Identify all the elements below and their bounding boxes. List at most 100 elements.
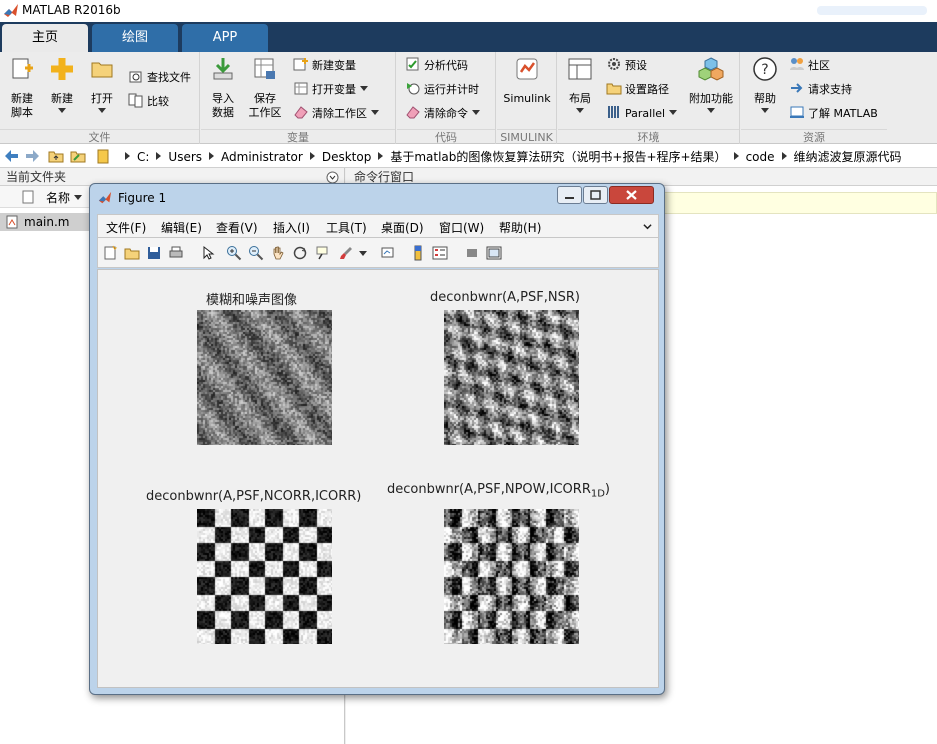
analyze-code-button[interactable]: 分析代码	[405, 56, 468, 76]
breadcrumb-separator-icon[interactable]	[209, 152, 215, 160]
figure-menu-item[interactable]: 帮助(H)	[499, 219, 541, 236]
breadcrumb-item[interactable]: 维纳滤波复原源代码	[794, 150, 902, 164]
run-and-time-button[interactable]: 运行并计时	[405, 80, 479, 100]
command-window-tip	[656, 192, 937, 214]
new-variable-button[interactable]: 新建变量	[293, 56, 356, 76]
image-restored-npow-icorr1d[interactable]	[444, 509, 579, 644]
help-button[interactable]: ? 帮助	[749, 56, 781, 113]
maximize-button[interactable]	[583, 186, 608, 204]
tab-home[interactable]: 主页	[2, 24, 88, 52]
figure-menu-item[interactable]: 桌面(D)	[381, 219, 424, 236]
figure-menu-item[interactable]: 工具(T)	[326, 219, 367, 236]
address-bar: C: Users Administrator Desktop 基于matlab的图像恢复…	[0, 144, 937, 168]
add-ons-button[interactable]: 附加功能	[686, 56, 736, 113]
close-button[interactable]	[609, 186, 654, 204]
figure-window[interactable]: Figure 1 文件(F) 编辑(E) 查看(V) 插入(I) 工具(T) 桌面(D) 窗…	[89, 183, 665, 695]
breadcrumb-item[interactable]: Users	[168, 150, 202, 164]
matlab-logo-icon	[98, 191, 112, 204]
new-button[interactable]: 新建	[46, 56, 78, 113]
layout-button[interactable]: 布局	[564, 56, 596, 113]
save-workspace-label: 保存 工作区	[248, 92, 282, 119]
chevron-down-icon	[371, 110, 379, 115]
dock-arrow-icon[interactable]	[643, 222, 652, 231]
figure-menu-item[interactable]: 查看(V)	[216, 219, 258, 236]
breadcrumb-item[interactable]: 基于matlab的图像恢复算法研究（说明书+报告+程序+结果）	[390, 150, 726, 164]
request-support-label: 请求支持	[808, 83, 852, 96]
hide-tools-icon[interactable]	[464, 245, 480, 261]
help-label: 帮助	[754, 92, 776, 105]
browse-folder-icon[interactable]	[70, 148, 86, 164]
figure-title: Figure 1	[118, 191, 167, 205]
file-item-main[interactable]: main.m	[0, 213, 90, 231]
zoom-in-icon[interactable]	[226, 245, 242, 261]
open-file-icon[interactable]	[124, 245, 140, 261]
back-icon[interactable]	[4, 148, 20, 164]
pan-hand-icon[interactable]	[270, 245, 286, 261]
breadcrumb-separator-icon[interactable]	[125, 152, 130, 160]
community-button[interactable]: 社区	[789, 56, 830, 76]
open-button[interactable]: 打开	[86, 56, 118, 113]
tab-plots[interactable]: 绘图	[92, 24, 178, 52]
pointer-icon[interactable]	[200, 245, 216, 261]
image-blurred-noisy[interactable]	[197, 310, 332, 445]
colorbar-icon[interactable]	[410, 245, 426, 261]
forward-icon[interactable]	[24, 148, 40, 164]
simulink-icon	[516, 58, 538, 80]
zoom-out-icon[interactable]	[248, 245, 264, 261]
maximize-icon	[590, 190, 601, 200]
up-folder-icon[interactable]	[48, 148, 64, 164]
simulink-button[interactable]: Simulink	[501, 56, 553, 106]
data-cursor-icon[interactable]	[314, 245, 330, 261]
breadcrumb-separator-icon[interactable]	[733, 152, 739, 160]
name-column-header[interactable]: 名称	[46, 189, 70, 206]
print-icon[interactable]	[168, 245, 184, 261]
learn-matlab-button[interactable]: 了解 MATLAB	[789, 104, 878, 124]
breadcrumb-separator-icon[interactable]	[378, 152, 384, 160]
chevron-down-icon	[360, 86, 368, 91]
chevron-down-icon[interactable]	[359, 251, 367, 256]
figure-menu-item[interactable]: 编辑(E)	[161, 219, 202, 236]
image-restored-ncorr-icorr[interactable]	[197, 509, 332, 644]
new-script-button[interactable]: 新建 脚本	[6, 56, 38, 120]
figure-menu-item[interactable]: 窗口(W)	[439, 219, 484, 236]
tab-apps[interactable]: APP	[182, 24, 268, 52]
import-data-button[interactable]: 导入 数据	[207, 56, 239, 120]
new-figure-icon[interactable]	[102, 245, 118, 261]
set-path-button[interactable]: 设置路径	[606, 80, 669, 100]
clear-commands-button[interactable]: 清除命令	[405, 104, 480, 124]
save-icon[interactable]	[146, 245, 162, 261]
environment-group-label: 环境	[558, 129, 739, 144]
code-group: 分析代码 运行并计时 清除命令 代码	[397, 52, 496, 144]
open-variable-button[interactable]: 打开变量	[293, 80, 368, 100]
preferences-button[interactable]: 预设	[606, 56, 647, 76]
compare-button[interactable]: 比较	[128, 92, 169, 112]
help-icon: ?	[753, 57, 777, 81]
quick-access-toolbar[interactable]	[817, 6, 927, 15]
breadcrumb-item[interactable]: Desktop	[322, 150, 372, 164]
svg-text:?: ?	[761, 62, 768, 78]
parallel-button[interactable]: Parallel	[606, 104, 678, 124]
breadcrumb-item[interactable]: C:	[137, 150, 149, 164]
app-title-bar: MATLAB R2016b	[0, 0, 937, 22]
show-tools-icon[interactable]	[486, 245, 502, 261]
figure-menu-item[interactable]: 插入(I)	[273, 219, 310, 236]
brush-icon[interactable]	[338, 245, 354, 261]
matlab-logo-icon	[4, 4, 18, 17]
link-plot-icon[interactable]	[380, 245, 396, 261]
clear-workspace-button[interactable]: 清除工作区	[293, 104, 379, 124]
image-restored-nsr[interactable]	[444, 310, 579, 445]
breadcrumb-item[interactable]: code	[746, 150, 775, 164]
breadcrumb-separator-icon[interactable]	[781, 152, 787, 160]
breadcrumb-item[interactable]: Administrator	[221, 150, 303, 164]
legend-icon[interactable]	[432, 245, 448, 261]
minimize-button[interactable]	[557, 186, 582, 204]
save-workspace-button[interactable]: 保存 工作区	[247, 56, 283, 120]
figure-canvas[interactable]: 模糊和噪声图像 deconbwnr(A,PSF,NSR) deconbwnr(A…	[97, 269, 659, 688]
find-files-button[interactable]: 查找文件	[128, 68, 191, 88]
figure-menu-item[interactable]: 文件(F)	[106, 219, 146, 236]
request-support-button[interactable]: 请求支持	[789, 80, 852, 100]
rotate-3d-icon[interactable]	[292, 245, 308, 261]
breadcrumb-separator-icon[interactable]	[156, 152, 162, 160]
breadcrumb-separator-icon[interactable]	[309, 152, 315, 160]
sort-arrow-icon[interactable]	[74, 195, 82, 200]
